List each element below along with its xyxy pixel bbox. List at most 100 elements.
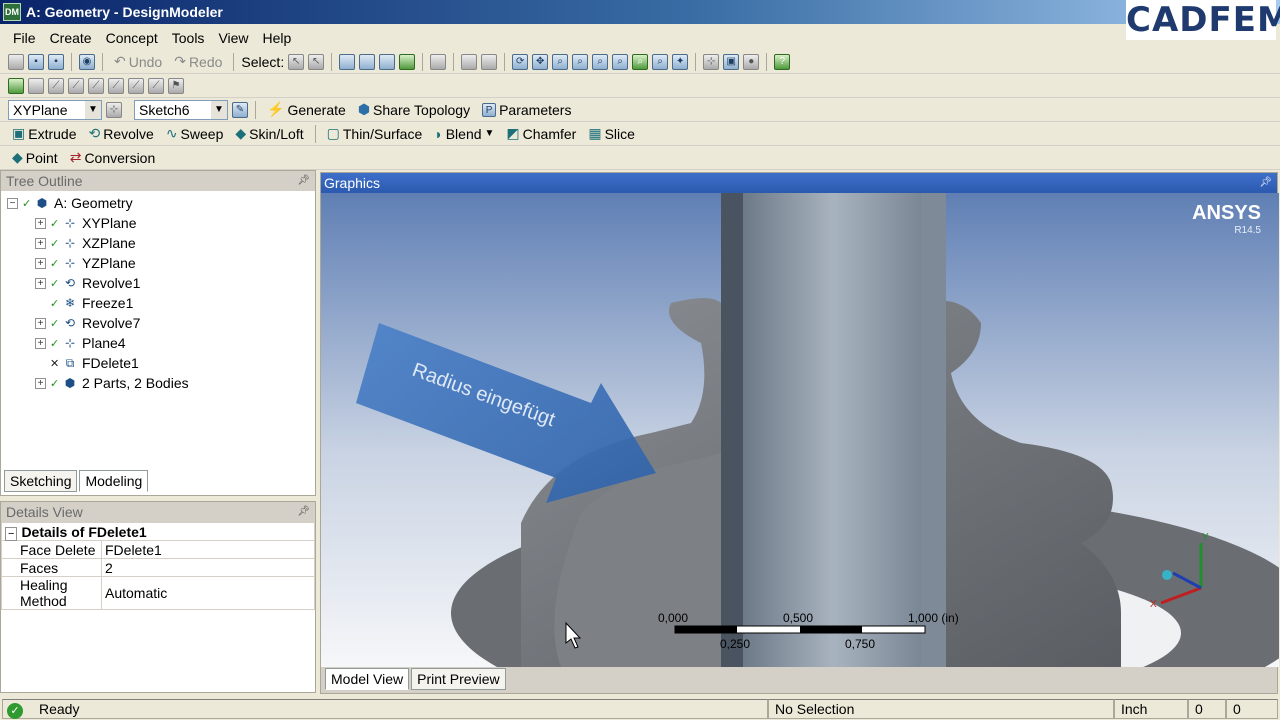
tab-modeling[interactable]: Modeling [79,470,149,492]
tree-item[interactable]: + ✓ ⊹ Plane4 [7,333,315,353]
save-as-icon[interactable]: ▪ [48,53,64,70]
line-tool-2-icon[interactable]: ⟋ [68,77,84,94]
thin-surface-button[interactable]: ▢ Thin/Surface [323,124,427,144]
new-plane-icon[interactable]: ⊹ [106,101,122,118]
whats-this-icon[interactable]: ? [774,53,791,70]
display-point-icon[interactable]: ● [743,53,760,70]
undo-button[interactable]: ↶ Undo [110,52,166,72]
pin-icon[interactable]: 📌︎ [297,171,310,191]
expand-icon[interactable]: + [35,217,46,229]
pin-icon[interactable]: 📌︎ [297,502,310,522]
display-model-icon[interactable]: ▣ [723,53,740,70]
save-icon[interactable]: ▪ [28,53,44,70]
menu-file[interactable]: File [6,30,43,46]
graphics-viewport[interactable]: Radius eingefügt ANSYS R14.5 0,000 0,500… [321,193,1279,667]
tree-item[interactable]: ✕ ⧉ FDelete1 [7,353,315,373]
status-units[interactable]: Inch [1114,699,1188,719]
collapse-icon[interactable]: − [7,197,18,209]
select-edge-icon[interactable] [359,53,376,70]
menu-tools[interactable]: Tools [165,30,212,46]
app-icon[interactable]: DM [3,3,21,21]
tree-item[interactable]: + ✓ ⬢ 2 Parts, 2 Bodies [7,373,315,393]
select-mode-icon[interactable]: ↖ [288,53,305,70]
zoom-box-icon[interactable]: ⌕ [592,53,609,70]
tree-item[interactable]: + ✓ ⟲ Revolve7 [7,313,315,333]
details-row[interactable]: Healing Method Automatic [1,576,315,610]
tree-item[interactable]: + ✓ ⟲ Revolve1 [7,273,315,293]
zoom-fit-icon[interactable]: ⌕ [612,53,629,70]
chamfer-button[interactable]: ◩ Chamfer [502,124,580,144]
menu-help[interactable]: Help [256,30,299,46]
flag-tool-icon[interactable]: ⚑ [168,77,184,94]
tree-item[interactable]: + ✓ ⊹ YZPlane [7,253,315,273]
zoom-fit-all-icon[interactable]: ⌕ [632,53,649,70]
separator [331,52,333,71]
details-row[interactable]: Face Delete FDelete1 [1,540,315,559]
tree-item[interactable]: + ✓ ⊹ XYPlane [7,213,315,233]
pin-icon[interactable]: 📌︎ [1259,173,1272,193]
tab-print-preview[interactable]: Print Preview [411,668,506,690]
details-value[interactable]: 2 [101,558,315,577]
tree-item[interactable]: + ✓ ⊹ XZPlane [7,233,315,253]
details-row[interactable]: Faces 2 [1,558,315,577]
share-topology-button[interactable]: ⬢ Share Topology [354,100,474,120]
select-body-icon[interactable] [399,53,416,70]
extend-selection-icon[interactable] [430,53,447,70]
separator [422,52,424,71]
blend-label: Blend [445,125,482,142]
collapse-icon[interactable]: − [5,526,18,541]
slice-button[interactable]: ▦ Slice [584,124,639,144]
tree-item[interactable]: ✓ ❄︎ Freeze1 [7,293,315,313]
expand-icon[interactable]: + [35,317,46,329]
zoom-in-icon[interactable]: ⌕ [572,53,589,70]
line-tool-icon[interactable]: ⟋ [48,77,64,94]
details-value[interactable]: FDelete1 [101,540,315,559]
conversion-button[interactable]: ⇄ Conversion [66,148,160,168]
model-render[interactable]: Radius eingefügt ANSYS R14.5 0,000 0,500… [321,193,1279,667]
rotate-icon[interactable]: ⟳ [512,53,529,70]
select-filter-icon[interactable]: ↖ [308,53,325,70]
edge-color-icon[interactable] [28,77,44,94]
parameters-button[interactable]: P Parameters [478,100,575,120]
orient-icon[interactable]: ✦ [672,53,689,70]
expand-icon[interactable]: + [35,337,46,349]
face-color-icon[interactable] [8,77,24,94]
point-button[interactable]: ◆ Point [8,148,62,168]
magnifier-icon[interactable]: ⌕ [652,53,669,70]
zoom-icon[interactable]: ⌕ [552,53,569,70]
menu-concept[interactable]: Concept [99,30,165,46]
redo-button[interactable]: ↷ Redo [170,52,226,72]
sweep-button[interactable]: ∿ Sweep [162,124,228,144]
new-icon[interactable] [8,53,24,70]
expand-icon[interactable]: + [35,277,46,289]
sketch-select[interactable]: Sketch6 ▼ [134,99,228,120]
screenshot-icon[interactable]: ◉ [79,53,95,70]
skin-loft-button[interactable]: ◆ Skin/Loft [231,124,307,144]
select-point-icon[interactable] [339,53,356,70]
line-tool-4-icon[interactable]: ⟋ [108,77,124,94]
select-face-icon[interactable] [379,53,396,70]
expand-icon[interactable]: + [35,257,46,269]
box-select-2-icon[interactable] [481,53,498,70]
menu-view[interactable]: View [211,30,255,46]
pan-icon[interactable]: ✥ [532,53,549,70]
details-value[interactable]: Automatic [101,576,315,610]
tab-model-view[interactable]: Model View [325,668,410,690]
generate-button[interactable]: ⚡ Generate [263,100,350,120]
extrude-button[interactable]: ▣ Extrude [8,124,80,144]
tab-sketching[interactable]: Sketching [4,470,78,492]
details-group-row[interactable]: − Details of FDelete1 [1,522,315,541]
expand-icon[interactable]: + [35,377,46,389]
line-tool-3-icon[interactable]: ⟋ [88,77,104,94]
expand-icon[interactable]: + [35,237,46,249]
menu-create[interactable]: Create [43,30,99,46]
tree-root[interactable]: − ✓ ⬢ A: Geometry [7,193,315,213]
box-select-icon[interactable] [461,53,478,70]
pin-tool-icon[interactable]: ⟋ [148,77,164,94]
blend-button[interactable]: ◗ Blend ▼ [430,124,498,144]
line-tool-5-icon[interactable]: ⟋ [128,77,144,94]
revolve-button[interactable]: ⟲ Revolve [84,124,157,144]
new-sketch-icon[interactable]: ✎ [232,101,248,118]
triad-icon[interactable]: ⊹ [703,53,720,70]
plane-select[interactable]: XYPlane ▼ [8,99,102,120]
